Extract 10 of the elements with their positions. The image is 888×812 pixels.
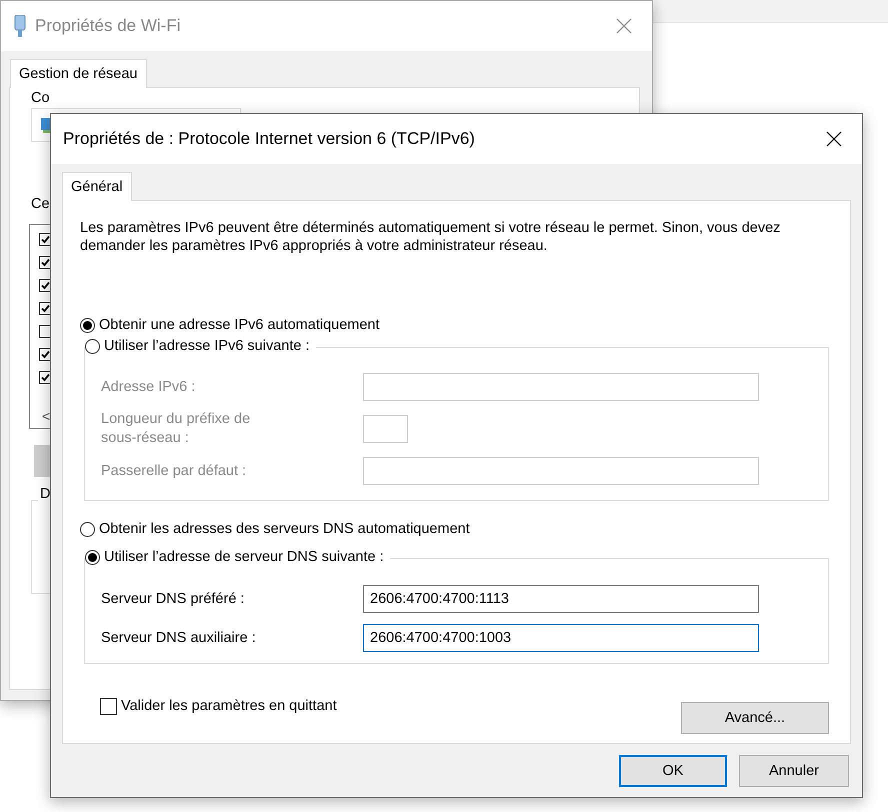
section-label: Co (31, 90, 50, 106)
section-label: Ce (31, 196, 50, 212)
dialog-title: Propriétés de : Protocole Internet version 6 (TCP/IPv6) (63, 129, 476, 149)
field-label: Passerelle par défaut : (101, 462, 248, 480)
window-title: Propriétés de Wi-Fi (35, 16, 182, 36)
description-text: Les paramètres IPv6 peuvent être déterminés automatiquement si votre réseau le permet. Sinon, vous devez demander les paramètres IPv6 appropriés à votre administrateur réseau. (80, 219, 782, 255)
field-label: Serveur DNS préféré : (101, 590, 246, 608)
field-label: Adresse IPv6 : (101, 378, 196, 396)
field-label: Serveur DNS auxiliaire : (101, 628, 257, 648)
field-label: Longueur du préfixe de sous-réseau : (101, 410, 252, 448)
